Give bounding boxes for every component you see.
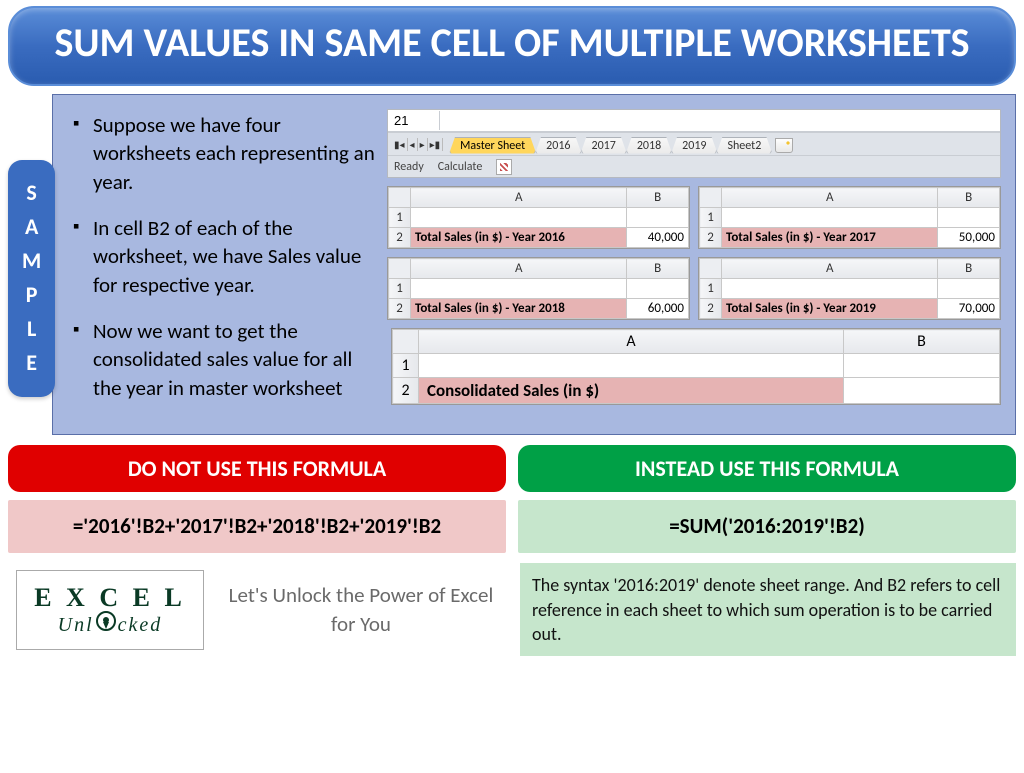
prev-sheet-icon[interactable]: ◂ [408,138,418,151]
sheet-preview-2016: AB 1 2Total Sales (in $) - Year 201640,0… [387,186,690,249]
excel-tabbar-screenshot: 21 ▮◂ ◂ ▸ ▸▮ Master Sheet 2016 2017 [387,109,1001,178]
row-header: 2 [393,378,419,404]
sample-badge: SAMPLE [8,160,55,397]
sales-label: Total Sales (in $) - Year 2016 [411,228,627,248]
row-header: 1 [700,208,722,228]
consolidated-value [843,378,999,404]
row-header: 2 [700,228,722,248]
col-header-a: A [411,259,627,279]
sales-label: Total Sales (in $) - Year 2019 [722,299,938,319]
bullet-item: Now we want to get the consolidated sale… [71,317,377,402]
row-header: 1 [700,279,722,299]
name-box[interactable]: 21 [388,111,440,130]
excel-unlocked-logo: E X C E L Unlcked [16,570,204,650]
col-header-a: A [722,188,938,208]
sheet-tab-2018[interactable]: 2018 [626,137,672,154]
col-header-b: B [627,188,689,208]
sheet-nav-arrows[interactable]: ▮◂ ◂ ▸ ▸▮ [392,138,443,151]
sales-label: Total Sales (in $) - Year 2018 [411,299,627,319]
row-header: 2 [700,299,722,319]
sheet-tab-master[interactable]: Master Sheet [449,137,536,154]
bullet-item: In cell B2 of each of the worksheet, we … [71,214,377,299]
sheet-tab-2019[interactable]: 2019 [671,137,717,154]
master-sheet-preview: AB 1 2Consolidated Sales (in $) [391,328,1001,405]
last-sheet-icon[interactable]: ▸▮ [428,138,444,151]
first-sheet-icon[interactable]: ▮◂ [392,138,408,151]
sheet-preview-2017: AB 1 2Total Sales (in $) - Year 201750,0… [698,186,1001,249]
col-header-b: B [843,330,999,354]
dont-formula: ='2016'!B2+'2017'!B2+'2018'!B2+'2019'!B2 [8,500,506,553]
status-calculate: Calculate [438,160,483,174]
col-header-a: A [411,188,627,208]
col-header-b: B [938,188,1000,208]
bullet-list: Suppose we have four worksheets each rep… [71,109,377,420]
next-sheet-icon[interactable]: ▸ [418,138,428,151]
dont-header: DO NOT USE THIS FORMULA [8,445,506,492]
new-sheet-icon[interactable] [775,138,793,153]
do-header: INSTEAD USE THIS FORMULA [518,445,1016,492]
do-description: The syntax '2016:2019' denote sheet rang… [520,563,1016,656]
row-header: 1 [393,354,419,378]
bullet-item: Suppose we have four worksheets each rep… [71,111,377,196]
do-formula: =SUM('2016:2019'!B2) [518,500,1016,553]
page-title: SUM VALUES IN SAME CELL OF MULTIPLE WORK… [8,6,1016,86]
tagline: Let's Unlock the Power of Excel for You [222,581,500,638]
row-header: 2 [389,228,411,248]
row-header: 1 [389,208,411,228]
formula-bar[interactable] [440,110,1000,131]
sales-label: Total Sales (in $) - Year 2017 [722,228,938,248]
sheet-preview-2018: AB 1 2Total Sales (in $) - Year 201860,0… [387,257,690,320]
sheet-preview-2019: AB 1 2Total Sales (in $) - Year 201970,0… [698,257,1001,320]
col-header-a: A [419,330,844,354]
row-header: 1 [389,279,411,299]
col-header-a: A [722,259,938,279]
sales-value: 40,000 [627,228,689,248]
status-ready: Ready [394,160,424,174]
sheet-tab-2017[interactable]: 2017 [581,137,627,154]
macro-record-icon[interactable] [496,159,512,175]
row-header: 2 [389,299,411,319]
sheet-tab-2016[interactable]: 2016 [535,137,581,154]
consolidated-label: Consolidated Sales (in $) [419,378,844,404]
sales-value: 50,000 [938,228,1000,248]
sample-panel: Suppose we have four worksheets each rep… [52,94,1016,435]
sales-value: 60,000 [627,299,689,319]
sales-value: 70,000 [938,299,1000,319]
col-header-b: B [627,259,689,279]
col-header-b: B [938,259,1000,279]
keyhole-icon [96,611,116,631]
sheet-tab-sheet2[interactable]: Sheet2 [716,137,772,154]
